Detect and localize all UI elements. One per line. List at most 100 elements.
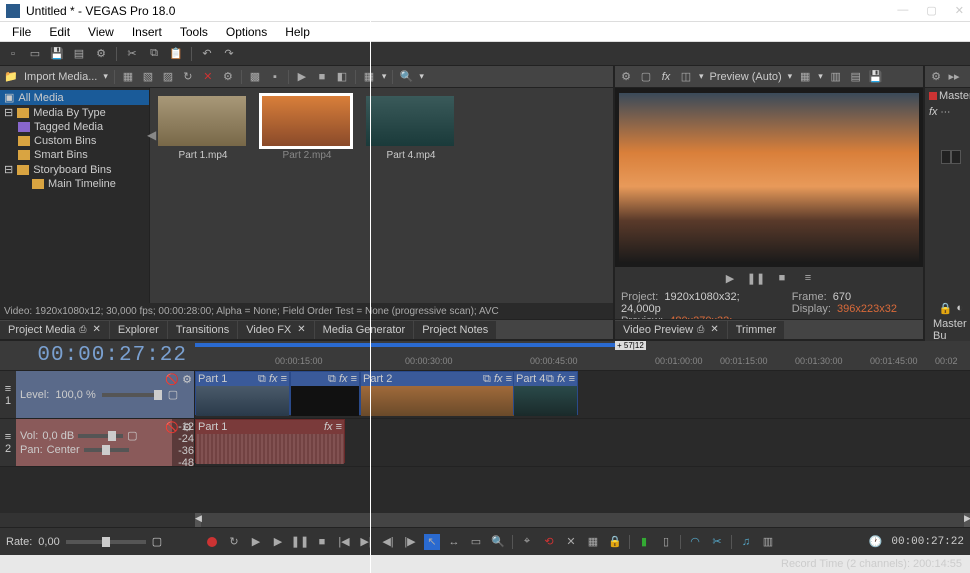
split-screen-icon[interactable]: ◫ [679,70,693,84]
toggle-button[interactable]: ▥ [760,534,776,550]
media-thumb[interactable]: Part 1.mp4 [158,96,248,161]
refresh-icon[interactable]: ↻ [181,70,195,84]
snap-button[interactable]: ⌖ [519,534,535,550]
tab-video-fx[interactable]: Video FX✕ [238,321,313,339]
output-fx-icon[interactable]: fx [659,70,673,84]
play-icon[interactable]: ▶ [295,70,309,84]
timeline-scrollbar[interactable]: ◀ ▶ [195,513,970,527]
tab-trimmer[interactable]: Trimmer [728,321,785,339]
record-button[interactable] [204,534,220,550]
preview-quality-dropdown[interactable]: Preview (Auto) [710,71,782,83]
tree-tagged-media[interactable]: Tagged Media [0,120,149,134]
media-thumb[interactable]: Part 2.mp4 [262,96,352,161]
menu-insert[interactable]: Insert [124,23,170,41]
media-thumb[interactable]: Part 4.mp4 [366,96,456,161]
pause-button[interactable]: ❚❚ [748,270,764,286]
tree-storyboard-bins[interactable]: ⊟Storyboard Bins [0,162,149,177]
menu-file[interactable]: File [4,23,39,41]
save-icon[interactable]: 💾 [50,47,64,61]
rate-value[interactable]: 0,00 [38,536,59,548]
tree-media-by-type[interactable]: ⊟Media By Type [0,105,149,120]
tree-smart-bins[interactable]: Smart Bins [0,148,149,162]
external-monitor-icon[interactable]: ▢ [639,70,653,84]
render-icon[interactable]: ▤ [72,47,86,61]
undo-icon[interactable]: ↶ [200,47,214,61]
stop-button[interactable]: ■ [314,534,330,550]
tab-media-generator[interactable]: Media Generator [315,321,414,339]
tab-master-bus[interactable]: Master Bu [925,315,970,345]
stop-button[interactable]: ■ [774,270,790,286]
next-frame-button[interactable]: |▶ [402,534,418,550]
cursor-timecode[interactable]: 00:00:27:22 [37,344,187,367]
get-media-icon[interactable]: ▧ [141,70,155,84]
go-start-button[interactable]: |◀ [336,534,352,550]
folder-icon[interactable]: 📁 [4,70,18,84]
new-icon[interactable]: ▫ [6,47,20,61]
redo-icon[interactable]: ↷ [222,47,236,61]
menu-help[interactable]: Help [277,23,318,41]
time-ruler[interactable]: + 57|12 00:00:15:00 00:00:30:00 00:00:45… [195,341,970,370]
props-icon[interactable]: ⚙ [221,70,235,84]
fx-icon[interactable]: ▩ [248,70,262,84]
tab-project-notes[interactable]: Project Notes [414,321,496,339]
copy-snapshot-icon[interactable]: ▤ [849,70,863,84]
play-start-button[interactable]: ▶ [248,534,264,550]
ignore-event-group-button[interactable]: ♫ [738,534,754,550]
audio-clip-part1[interactable]: Part 1fx ≡ [195,419,345,463]
minimize-button[interactable]: — [897,4,908,17]
track-fx-icon[interactable]: ⚙ [182,421,192,434]
tree-custom-bins[interactable]: Custom Bins [0,134,149,148]
selection-tool-button[interactable]: ▭ [468,534,484,550]
cut-icon[interactable]: ✂ [125,47,139,61]
auto-ripple-button[interactable]: ⟲ [541,534,557,550]
auto-crossfade-button[interactable]: ✕ [563,534,579,550]
paste-icon[interactable]: 📋 [169,47,183,61]
stop-icon[interactable]: ■ [315,70,329,84]
search-icon[interactable]: 🔍 [399,70,413,84]
shuffle-tool-button[interactable]: ↔ [446,534,462,550]
pan-slider[interactable] [84,448,129,452]
tree-main-timeline[interactable]: Main Timeline [0,177,149,191]
save-snapshot-icon[interactable]: 💾 [869,70,883,84]
playhead[interactable] [370,371,371,513]
menu-button[interactable]: ≡ [800,270,816,286]
tab-project-media[interactable]: Project Media⎙✕ [0,321,109,339]
marker-button[interactable]: ▮ [636,534,652,550]
split-button[interactable]: ✂ [709,534,725,550]
quantize-button[interactable]: ▦ [585,534,601,550]
audio-lane[interactable]: Part 1fx ≡ [195,419,970,466]
downmix-icon[interactable]: ▸▸ [947,70,961,84]
copy-icon[interactable]: ⧉ [147,47,161,61]
track-fx-icon[interactable]: ⚙ [182,373,192,386]
video-track-header[interactable]: ≡1 🚫⚙ Level: 100,0 % ▢ [0,371,195,418]
play-button[interactable]: ▶ [270,534,286,550]
dim-icon[interactable]: ◐ [956,302,963,315]
audio-track-header[interactable]: ≡2 🚫⚙ Vol:0,0 dB ▢ Pan:Center [0,419,195,466]
tag-icon[interactable]: ▪ [268,70,282,84]
lock-icon[interactable]: 🔒 [939,302,953,315]
vol-slider[interactable] [78,434,123,438]
tab-explorer[interactable]: Explorer [110,321,167,339]
grid-icon[interactable]: ▦ [798,70,812,84]
video-lane[interactable]: Part 1⧉ fx ≡ ⧉ fx ≡ Part 2⧉ fx ≡ Part 4⧉… [195,371,970,418]
clip-gap[interactable]: ⧉ fx ≡ [290,371,360,415]
clip-part1[interactable]: Part 1⧉ fx ≡ [195,371,290,415]
zoom-tool-button[interactable]: 🔍 [490,534,506,550]
capture-icon[interactable]: ▦ [121,70,135,84]
menu-view[interactable]: View [80,23,122,41]
views-icon[interactable]: ▦ [362,70,376,84]
bypass-fx-icon[interactable]: 🚫 [165,421,179,434]
tree-all-media[interactable]: ▣All Media [0,90,149,105]
gear-icon[interactable]: ⚙ [929,70,943,84]
tab-transitions[interactable]: Transitions [168,321,237,339]
lock-button[interactable]: 🔒 [607,534,623,550]
level-slider[interactable] [102,393,162,397]
preview-props-icon[interactable]: ⚙ [619,70,633,84]
clip-part4[interactable]: Part 4⧉ fx ≡ [513,371,578,415]
open-icon[interactable]: ▭ [28,47,42,61]
menu-options[interactable]: Options [218,23,275,41]
menu-tools[interactable]: Tools [172,23,216,41]
properties-icon[interactable]: ⚙ [94,47,108,61]
pause-button[interactable]: ❚❚ [292,534,308,550]
menu-edit[interactable]: Edit [41,23,78,41]
